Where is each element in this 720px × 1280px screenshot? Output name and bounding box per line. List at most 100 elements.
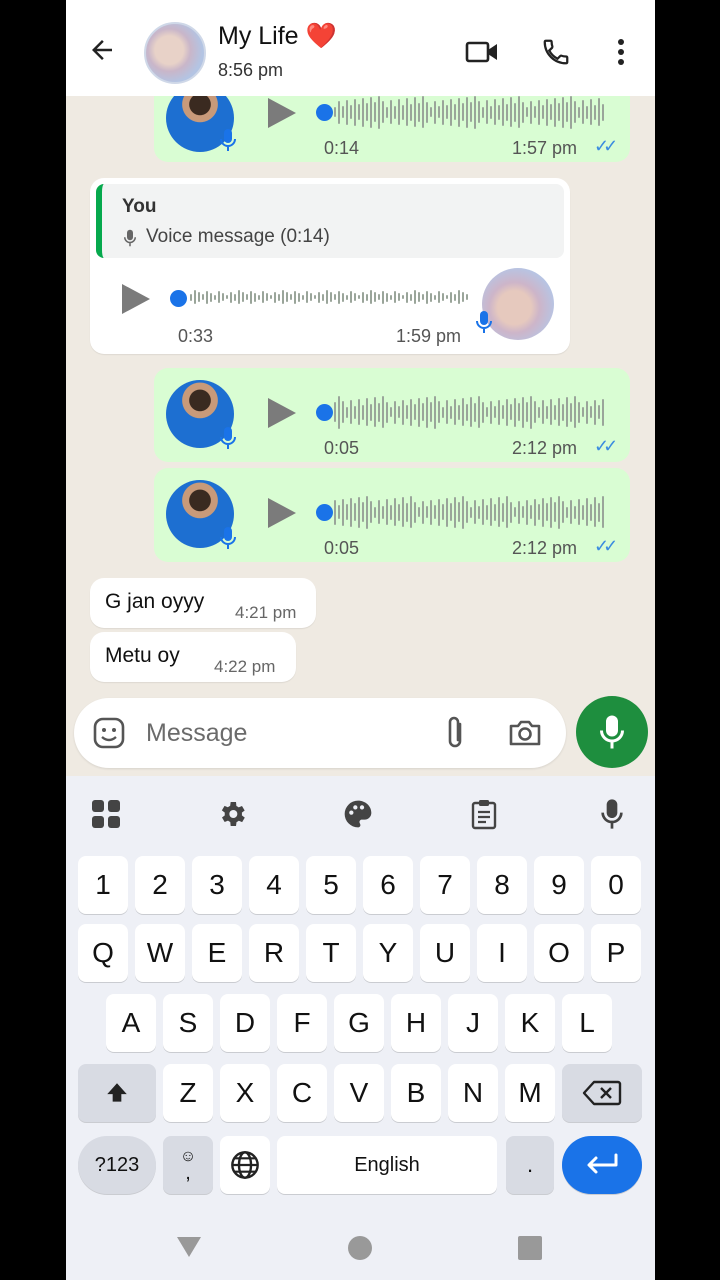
- key-z[interactable]: Z: [163, 1064, 213, 1122]
- attach-icon[interactable]: [442, 714, 468, 757]
- key-0[interactable]: 0: [591, 856, 641, 914]
- playback-position-handle[interactable]: [316, 104, 333, 121]
- key-u[interactable]: U: [420, 924, 470, 982]
- backspace-key[interactable]: [562, 1064, 642, 1122]
- message-text: G jan oyyy: [105, 590, 205, 613]
- key-7[interactable]: 7: [420, 856, 470, 914]
- key-t[interactable]: T: [306, 924, 356, 982]
- chat-header: My Life ❤️ 8:56 pm: [66, 0, 655, 96]
- key-r[interactable]: R: [249, 924, 299, 982]
- key-9[interactable]: 9: [534, 856, 584, 914]
- key-n[interactable]: N: [448, 1064, 498, 1122]
- key-l[interactable]: L: [562, 994, 612, 1052]
- voice-waveform[interactable]: [334, 394, 604, 430]
- key-d[interactable]: D: [220, 994, 270, 1052]
- contact-avatar[interactable]: [144, 22, 206, 84]
- message-time: 1:59 pm: [396, 326, 462, 346]
- key-x[interactable]: X: [220, 1064, 270, 1122]
- text-message-bubble: Metu oy 4:22 pm: [90, 632, 296, 682]
- key-2[interactable]: 2: [135, 856, 185, 914]
- key-4[interactable]: 4: [249, 856, 299, 914]
- key-y[interactable]: Y: [363, 924, 413, 982]
- key-5[interactable]: 5: [306, 856, 356, 914]
- key-h[interactable]: H: [391, 994, 441, 1052]
- key-j[interactable]: J: [448, 994, 498, 1052]
- mic-icon: [124, 229, 136, 252]
- more-options-icon[interactable]: [606, 32, 636, 72]
- playback-position-handle[interactable]: [170, 290, 187, 307]
- message-input[interactable]: [144, 714, 428, 752]
- voice-message-bubble: 0:05 2:12 pm ✓✓: [154, 468, 630, 562]
- key-m[interactable]: M: [505, 1064, 555, 1122]
- key-g[interactable]: G: [334, 994, 384, 1052]
- settings-gear-icon[interactable]: [210, 792, 254, 836]
- phone-screen: My Life ❤️ 8:56 pm 0:14 1:57 pm ✓✓ You V…: [66, 0, 655, 1280]
- play-button[interactable]: [266, 496, 298, 535]
- recents-nav-icon[interactable]: [518, 1236, 542, 1260]
- key-c[interactable]: C: [277, 1064, 327, 1122]
- key-3[interactable]: 3: [192, 856, 242, 914]
- shift-key[interactable]: [78, 1064, 156, 1122]
- mic-icon: [600, 715, 624, 749]
- record-voice-button[interactable]: [576, 696, 648, 768]
- key-a[interactable]: A: [106, 994, 156, 1052]
- sticker-icon[interactable]: [92, 716, 126, 755]
- key-8[interactable]: 8: [477, 856, 527, 914]
- voice-duration: 0:05: [324, 538, 360, 558]
- voice-duration: 0:14: [324, 138, 360, 158]
- message-composer: [74, 698, 566, 768]
- key-o[interactable]: O: [534, 924, 584, 982]
- enter-key[interactable]: [562, 1136, 642, 1194]
- mic-icon: [220, 128, 236, 157]
- shift-icon: [107, 1083, 127, 1102]
- theme-palette-icon[interactable]: [336, 792, 380, 836]
- key-1[interactable]: 1: [78, 856, 128, 914]
- key-p[interactable]: P: [591, 924, 641, 982]
- message-time: 1:57 pm: [512, 138, 578, 158]
- voice-waveform[interactable]: [334, 494, 604, 530]
- key-i[interactable]: I: [477, 924, 527, 982]
- apps-grid-icon[interactable]: [84, 792, 128, 836]
- play-button[interactable]: [266, 96, 298, 135]
- enter-arrow-icon: [587, 1153, 618, 1174]
- play-button[interactable]: [120, 282, 152, 321]
- voice-typing-mic-icon[interactable]: [590, 792, 634, 836]
- home-nav-icon[interactable]: [348, 1236, 372, 1260]
- back-nav-icon[interactable]: [176, 1236, 202, 1263]
- emoji-comma-key[interactable]: ☺ ,: [163, 1136, 213, 1194]
- read-ticks-icon: ✓✓: [594, 536, 618, 556]
- space-bar[interactable]: English: [277, 1136, 497, 1194]
- back-arrow-icon[interactable]: [82, 30, 122, 70]
- period-key[interactable]: .: [506, 1136, 554, 1194]
- message-text: Metu oy: [105, 644, 180, 667]
- key-v[interactable]: V: [334, 1064, 384, 1122]
- key-w[interactable]: W: [135, 924, 185, 982]
- play-button[interactable]: [266, 396, 298, 435]
- voice-call-icon[interactable]: [536, 32, 576, 72]
- video-call-icon[interactable]: [462, 32, 502, 72]
- key-b[interactable]: B: [391, 1064, 441, 1122]
- playback-position-handle[interactable]: [316, 404, 333, 421]
- globe-icon: [231, 1151, 259, 1179]
- comma-label: ,: [185, 1162, 191, 1184]
- symbols-key[interactable]: ?123: [78, 1136, 156, 1194]
- voice-waveform[interactable]: [190, 282, 468, 312]
- key-6[interactable]: 6: [363, 856, 413, 914]
- camera-icon[interactable]: [508, 718, 542, 753]
- text-message-bubble: G jan oyyy 4:21 pm: [90, 578, 316, 628]
- key-k[interactable]: K: [505, 994, 555, 1052]
- key-q[interactable]: Q: [78, 924, 128, 982]
- mic-icon: [220, 526, 236, 555]
- message-time: 2:12 pm: [512, 538, 578, 558]
- message-time: 2:12 pm: [512, 438, 578, 458]
- voice-waveform[interactable]: [334, 94, 604, 130]
- key-e[interactable]: E: [192, 924, 242, 982]
- contact-name[interactable]: My Life ❤️: [218, 22, 337, 51]
- quote-author: You: [122, 196, 157, 217]
- language-globe-key[interactable]: [220, 1136, 270, 1194]
- quoted-message[interactable]: You Voice message (0:14): [96, 184, 564, 258]
- key-f[interactable]: F: [277, 994, 327, 1052]
- playback-position-handle[interactable]: [316, 504, 333, 521]
- clipboard-icon[interactable]: [462, 792, 506, 836]
- key-s[interactable]: S: [163, 994, 213, 1052]
